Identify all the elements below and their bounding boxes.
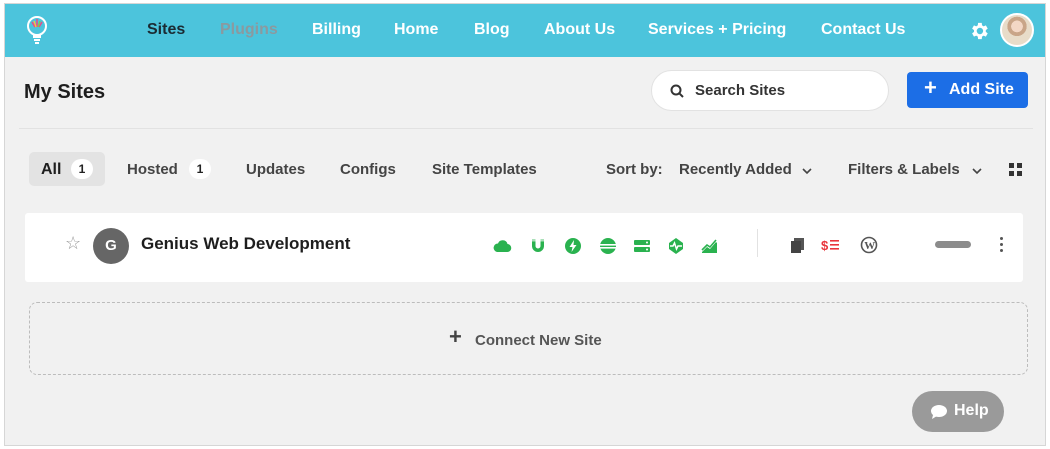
sort-by-label: Sort by: (606, 161, 663, 178)
tab-hosted[interactable]: Hosted (127, 161, 178, 178)
top-nav: Sites Plugins Billing Home Blog About Us… (5, 4, 1045, 57)
nav-plugins[interactable]: Plugins (220, 21, 278, 39)
tab-configs[interactable]: Configs (340, 161, 396, 178)
user-avatar[interactable] (1000, 13, 1034, 47)
nav-about-us[interactable]: About Us (544, 21, 615, 39)
site-row[interactable]: ☆ G Genius Web Development $ W (25, 213, 1023, 282)
svg-text:W: W (864, 240, 875, 252)
tab-hosted-count: 1 (189, 159, 211, 179)
header-divider (19, 128, 1033, 129)
tab-all[interactable]: All 1 (29, 152, 105, 186)
tab-all-count: 1 (71, 159, 93, 179)
wordpress-icon[interactable]: W (859, 235, 879, 255)
copy-icon[interactable] (788, 235, 808, 255)
nav-services-pricing[interactable]: Services + Pricing (648, 21, 786, 39)
site-avatar: G (93, 228, 129, 264)
app-frame: Sites Plugins Billing Home Blog About Us… (4, 3, 1046, 446)
connect-new-site-button[interactable]: + Connect New Site (29, 302, 1028, 375)
uptime-pulse-icon[interactable] (666, 236, 686, 256)
row-divider (757, 229, 758, 257)
nav-billing[interactable]: Billing (312, 21, 361, 39)
plus-icon: + (924, 75, 937, 100)
help-label: Help (954, 402, 989, 419)
plus-icon: + (449, 324, 462, 349)
chevron-down-icon[interactable] (802, 167, 812, 175)
tab-all-label: All (41, 161, 62, 178)
chevron-down-icon[interactable] (972, 167, 982, 175)
shield-magnet-icon[interactable] (528, 236, 548, 256)
nav-home[interactable]: Home (394, 21, 438, 39)
tab-updates[interactable]: Updates (246, 161, 305, 178)
add-site-label: Add Site (949, 81, 1014, 98)
add-site-button[interactable]: + Add Site (907, 72, 1028, 108)
server-icon[interactable] (632, 236, 652, 256)
performance-chart-icon[interactable] (700, 236, 720, 256)
grid-view-icon[interactable] (1009, 163, 1022, 176)
nav-contact-us[interactable]: Contact Us (821, 21, 905, 39)
cloud-icon[interactable] (492, 236, 512, 256)
tab-site-templates[interactable]: Site Templates (432, 161, 537, 178)
nav-sites[interactable]: Sites (147, 21, 185, 39)
star-icon[interactable]: ☆ (65, 233, 81, 254)
database-icon[interactable] (598, 236, 618, 256)
chat-bubble-icon (931, 405, 947, 419)
usage-bar (935, 241, 971, 248)
search-sites-input[interactable]: Search Sites (651, 70, 889, 111)
search-icon (670, 84, 684, 98)
site-name[interactable]: Genius Web Development (141, 234, 350, 254)
sort-dropdown[interactable]: Recently Added (679, 161, 792, 178)
gear-icon[interactable] (968, 20, 990, 42)
connect-new-site-label: Connect New Site (475, 332, 602, 349)
help-button[interactable]: Help (912, 391, 1004, 432)
filters-labels-dropdown[interactable]: Filters & Labels (848, 161, 960, 178)
more-options-icon[interactable] (1000, 237, 1004, 255)
billing-list-icon[interactable]: $ (821, 235, 841, 255)
search-placeholder: Search Sites (695, 82, 786, 99)
svg-text:$: $ (821, 238, 829, 253)
bolt-icon[interactable] (563, 236, 583, 256)
page-title: My Sites (24, 81, 106, 103)
nav-blog[interactable]: Blog (474, 21, 510, 39)
lightbulb-logo-icon[interactable] (26, 15, 48, 47)
